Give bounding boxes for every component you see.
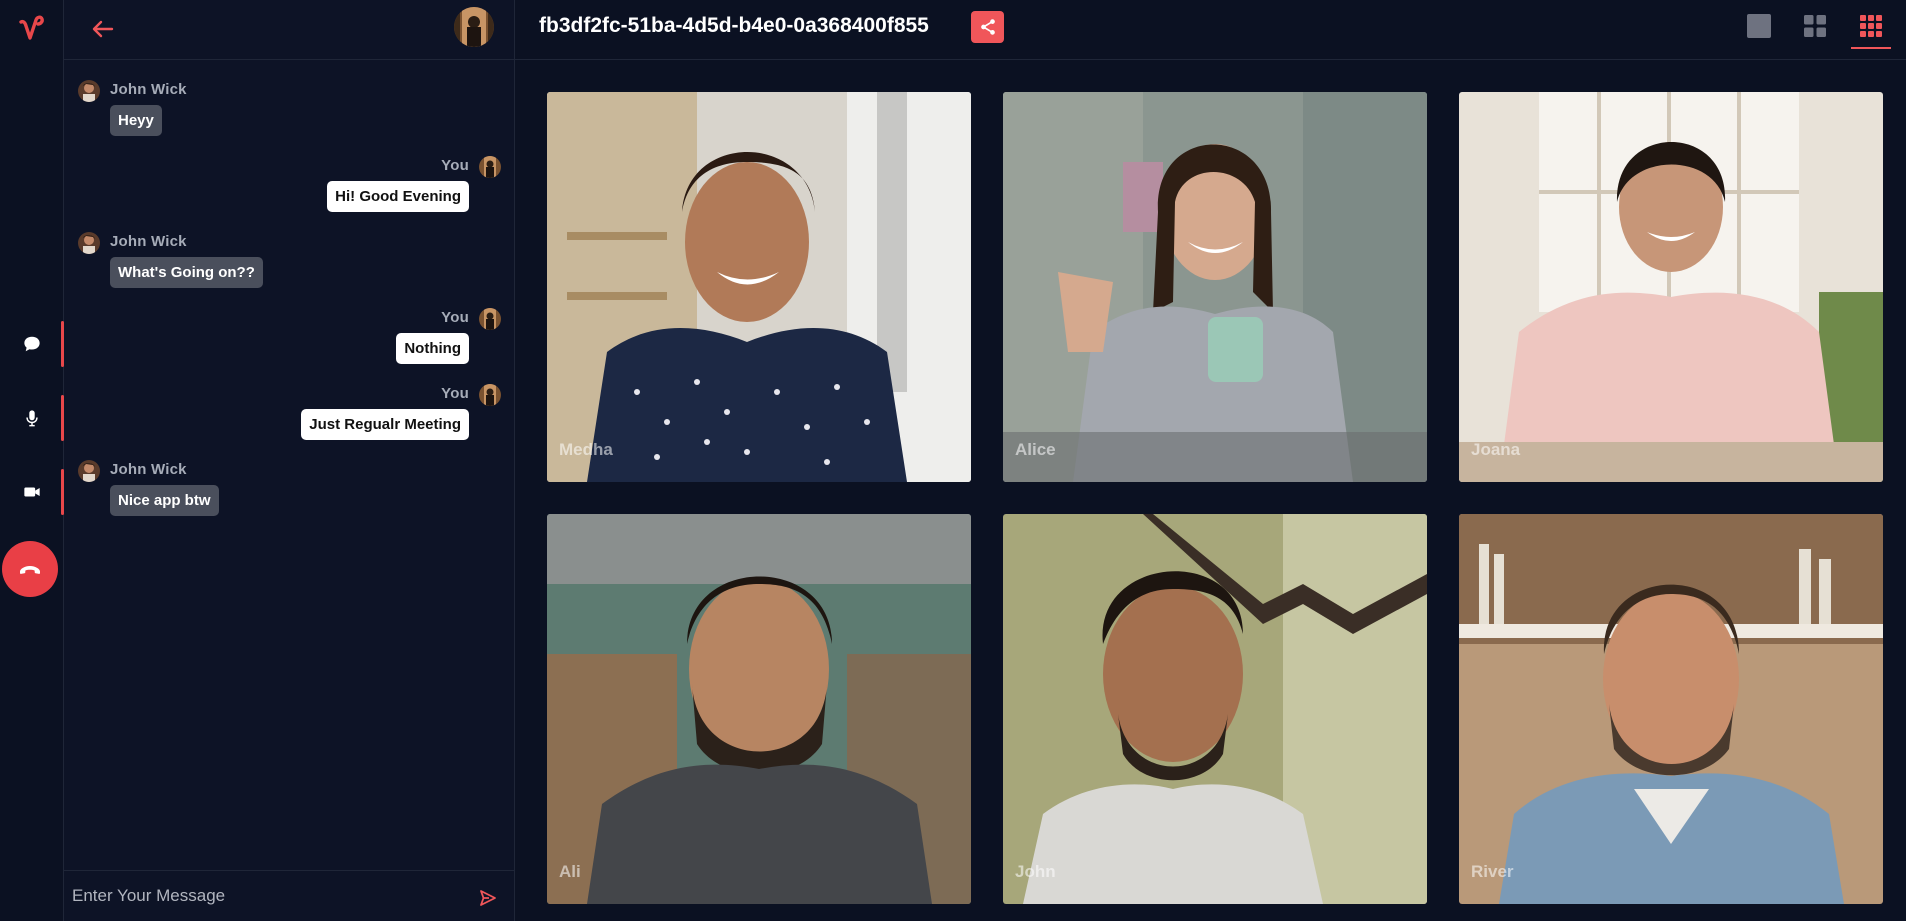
video-camera-icon: [24, 487, 40, 497]
send-icon: [480, 890, 496, 906]
chat-message: You Hi! Good Evening: [64, 156, 501, 218]
microphone-icon: [26, 410, 38, 427]
top-bar: fb3df2fc-51ba-4d5d-b4e0-0a368400f855: [515, 0, 1906, 60]
participant-video: [1459, 514, 1883, 904]
message-sender: You: [441, 309, 469, 326]
message-sender: You: [441, 157, 469, 174]
message-sender: John Wick: [110, 81, 187, 98]
chat-message: John Wick Heyy: [78, 80, 498, 142]
chat-message: You Just Regualr Meeting: [64, 384, 501, 446]
message-bubble: Hi! Good Evening: [327, 181, 469, 212]
share-icon: [980, 19, 995, 35]
avatar: [78, 232, 100, 254]
participant-name: John: [1015, 862, 1056, 881]
chat-panel: John Wick Heyy You Hi! Good Evening John…: [64, 0, 515, 921]
chat-header: [64, 0, 515, 60]
end-call-icon: [20, 566, 40, 574]
grid-3x3-icon: [1860, 15, 1882, 37]
avatar[interactable]: [454, 7, 494, 47]
participant-video: [547, 514, 971, 904]
participant-video: [547, 92, 971, 482]
participant-name: Ali: [559, 862, 581, 881]
message-bubble: Nothing: [396, 333, 469, 364]
video-toggle-button[interactable]: [0, 469, 64, 515]
message-bubble: Nice app btw: [110, 485, 219, 516]
share-button[interactable]: [971, 11, 1004, 43]
avatar: [479, 384, 501, 406]
chat-message: John Wick What's Going on??: [78, 232, 498, 294]
participant-tile[interactable]: River: [1459, 514, 1883, 904]
participant-name: Alice: [1015, 440, 1056, 459]
participant-tile[interactable]: Ali: [547, 514, 971, 904]
participant-video: [1003, 92, 1427, 482]
chat-icon: [24, 336, 40, 352]
avatar: [78, 80, 100, 102]
avatar: [479, 308, 501, 330]
message-sender: John Wick: [110, 461, 187, 478]
chat-message: John Wick Nice app btw: [78, 460, 498, 522]
room-id: fb3df2fc-51ba-4d5d-b4e0-0a368400f855: [539, 14, 929, 37]
participant-video: [1003, 514, 1427, 904]
participant-tile[interactable]: John: [1003, 514, 1427, 904]
chat-message: You Nothing: [64, 308, 501, 370]
single-view-button[interactable]: [1745, 12, 1773, 40]
participant-tile[interactable]: Alice: [1003, 92, 1427, 482]
grid-2x2-icon: [1804, 15, 1826, 37]
message-input[interactable]: [72, 881, 462, 911]
message-sender: You: [441, 385, 469, 402]
single-view-icon: [1747, 14, 1771, 38]
participant-tile[interactable]: Joana: [1459, 92, 1883, 482]
message-bubble: Just Regualr Meeting: [301, 409, 469, 440]
message-bubble: Heyy: [110, 105, 162, 136]
back-button[interactable]: [88, 14, 118, 44]
arrow-left-icon: [92, 20, 114, 38]
left-rail: [0, 0, 64, 921]
send-button[interactable]: [478, 888, 498, 908]
participant-video: [1459, 92, 1883, 482]
participant-name: Joana: [1471, 440, 1521, 459]
participant-name: Medha: [559, 440, 613, 459]
participant-tile[interactable]: Medha: [547, 92, 971, 482]
message-composer: [64, 870, 515, 921]
avatar: [78, 460, 100, 482]
participant-name: River: [1471, 862, 1514, 881]
grid-2x2-button[interactable]: [1801, 12, 1829, 40]
grid-3x3-button[interactable]: [1851, 12, 1891, 49]
end-call-button[interactable]: [2, 541, 58, 597]
microphone-toggle-button[interactable]: [0, 395, 64, 441]
avatar: [479, 156, 501, 178]
v-logo-icon[interactable]: [17, 12, 49, 46]
chat-toggle-button[interactable]: [0, 321, 64, 367]
message-sender: John Wick: [110, 233, 187, 250]
message-bubble: What's Going on??: [110, 257, 263, 288]
